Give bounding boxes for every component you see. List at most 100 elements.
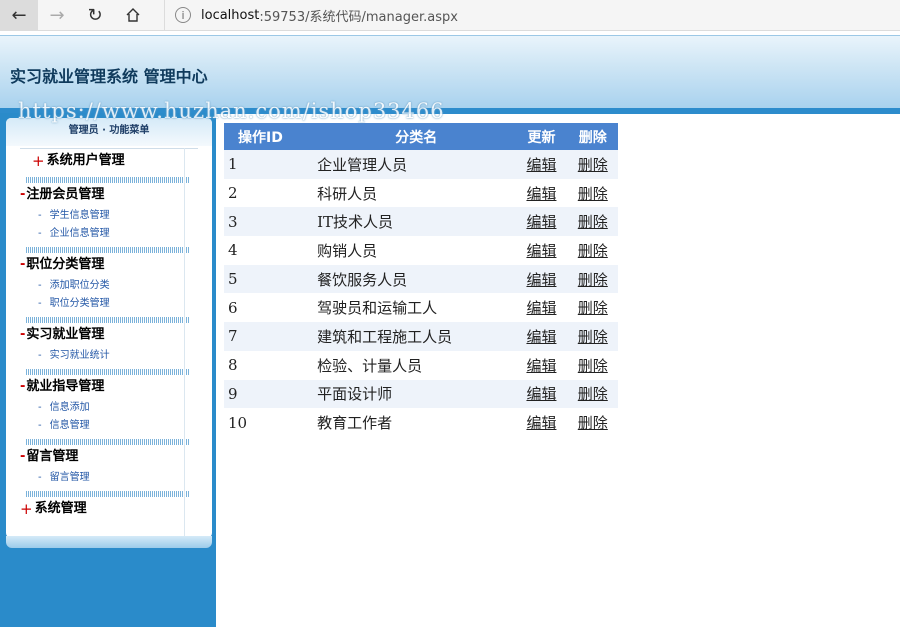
- delete-link[interactable]: 删除: [578, 328, 608, 346]
- table-row: 2 科研人员 编辑 删除: [224, 179, 618, 208]
- menu-header: 管理员 · 功能菜单: [6, 118, 212, 146]
- edit-link-cell: 编辑: [515, 264, 568, 294]
- cell-id-cell: 7: [224, 322, 318, 351]
- table-row: 8 检验、计量人员 编辑 删除: [224, 351, 618, 380]
- back-button[interactable]: ←: [0, 0, 38, 30]
- cell-id-cell: 9: [224, 379, 318, 409]
- edit-link[interactable]: 编辑: [526, 414, 556, 432]
- edit-link-cell: 编辑: [515, 236, 567, 265]
- cell-name: 检验、计量人员: [317, 356, 423, 375]
- edit-link-cell: 编辑: [515, 379, 568, 409]
- cell-id-cell: 8: [224, 351, 317, 380]
- menu-group-label: 留言管理: [26, 449, 79, 464]
- cell-id: 7: [228, 327, 238, 346]
- cell-id: 1: [228, 155, 238, 174]
- menu-sub-item-label: 学生信息管理: [49, 210, 110, 221]
- edit-link-cell: 编辑: [515, 408, 567, 437]
- edit-link[interactable]: 编辑: [526, 185, 556, 203]
- cell-name: 企业管理人员: [317, 155, 408, 174]
- delete-link[interactable]: 删除: [578, 385, 608, 403]
- delete-link-cell: 删除: [567, 207, 618, 237]
- menu-divider: [184, 148, 185, 538]
- cell-id-cell: 1: [224, 150, 318, 179]
- cell-name-cell: IT技术人员: [317, 207, 516, 237]
- cell-id-cell: 5: [224, 264, 318, 294]
- cell-id: 5: [228, 270, 238, 289]
- bullet-dash: -: [38, 350, 42, 361]
- delete-link-cell: 删除: [567, 264, 618, 294]
- delete-link-cell: 删除: [567, 150, 618, 179]
- delete-link[interactable]: 删除: [578, 242, 608, 260]
- delete-link[interactable]: 删除: [578, 271, 608, 289]
- menu-group-label: 系统管理: [34, 501, 87, 516]
- delete-link-cell: 删除: [568, 179, 618, 208]
- cell-id: 10: [228, 413, 248, 432]
- edit-link[interactable]: 编辑: [526, 328, 556, 346]
- page-header: 实习就业管理系统 管理中心: [0, 35, 900, 114]
- forward-button[interactable]: →: [38, 0, 76, 30]
- menu-sub-item-label: 企业信息管理: [49, 228, 110, 239]
- home-button[interactable]: [114, 0, 152, 30]
- cell-name-cell: 平面设计师: [317, 379, 516, 409]
- address-bar[interactable]: i localhost:59753/系统代码/manager.aspx: [164, 0, 458, 30]
- cell-name-cell: 建筑和工程施工人员: [317, 322, 516, 351]
- sidebar-menu: 管理员 · 功能菜单 + 系统用户管理 - 注册会员管理 - 学生信息管理 - 企业信息管理 -…: [6, 118, 212, 538]
- header-id: 操作ID: [224, 123, 318, 150]
- edit-link-cell: 编辑: [515, 351, 567, 380]
- refresh-button[interactable]: ↻: [76, 0, 114, 30]
- edit-link-cell: 编辑: [515, 293, 567, 322]
- delete-link[interactable]: 删除: [578, 185, 608, 203]
- menu-group-title[interactable]: + 系统用户管理: [20, 148, 198, 173]
- table-row: 5 餐饮服务人员 编辑 删除: [224, 264, 618, 294]
- cell-name-cell: 企业管理人员: [317, 150, 516, 179]
- cell-name: IT技术人员: [317, 213, 394, 232]
- menu-list: + 系统用户管理 - 注册会员管理 - 学生信息管理 - 企业信息管理 - 职位分类管理 - 添加职位…: [6, 148, 212, 538]
- collapse-icon: -: [20, 449, 26, 464]
- edit-link[interactable]: 编辑: [526, 242, 556, 260]
- cell-id-cell: 2: [224, 179, 317, 208]
- menu-sub-item-label: 实习就业统计: [49, 350, 110, 361]
- edit-link[interactable]: 编辑: [526, 299, 556, 317]
- cell-name-cell: 餐饮服务人员: [317, 264, 516, 294]
- table-row: 3 IT技术人员 编辑 删除: [224, 207, 618, 237]
- edit-link[interactable]: 编辑: [526, 213, 556, 231]
- cell-name: 驾驶员和运输工人: [317, 299, 438, 318]
- menu-sub-item-label: 留言管理: [49, 472, 90, 483]
- header-edit: 更新: [515, 123, 568, 150]
- table-row: 4 购销人员 编辑 删除: [224, 236, 618, 265]
- edit-link-cell: 编辑: [515, 207, 568, 237]
- expand-icon: +: [32, 152, 45, 170]
- cell-name: 教育工作者: [317, 414, 393, 433]
- cell-name-cell: 购销人员: [317, 236, 515, 265]
- delete-link[interactable]: 删除: [578, 299, 608, 317]
- table-row: 7 建筑和工程施工人员 编辑 删除: [224, 322, 618, 351]
- delete-link[interactable]: 删除: [578, 414, 608, 432]
- home-icon: [126, 8, 140, 22]
- cell-id: 4: [228, 241, 238, 260]
- cell-id-cell: 3: [224, 207, 318, 237]
- delete-link[interactable]: 删除: [578, 156, 608, 174]
- edit-link[interactable]: 编辑: [526, 156, 556, 174]
- cell-id-cell: 4: [224, 236, 317, 265]
- bullet-dash: -: [38, 402, 42, 413]
- menu-group-label: 系统用户管理: [46, 153, 125, 168]
- delete-link[interactable]: 删除: [578, 357, 608, 375]
- delete-link-cell: 删除: [567, 322, 618, 351]
- cell-name-cell: 教育工作者: [317, 408, 515, 437]
- delete-link[interactable]: 删除: [578, 213, 608, 231]
- collapse-icon: -: [20, 379, 26, 394]
- edit-link[interactable]: 编辑: [526, 385, 556, 403]
- info-icon[interactable]: i: [175, 7, 191, 23]
- menu-sub-item-label: 职位分类管理: [49, 298, 110, 309]
- table-row: 6 驾驶员和运输工人 编辑 删除: [224, 293, 618, 322]
- cell-id: 3: [228, 212, 238, 231]
- edit-link[interactable]: 编辑: [526, 357, 556, 375]
- url-path: :59753/系统代码/manager.aspx: [259, 9, 458, 25]
- bullet-dash: -: [38, 472, 42, 483]
- edit-link[interactable]: 编辑: [526, 271, 556, 289]
- edit-link-cell: 编辑: [515, 150, 568, 179]
- cell-name: 建筑和工程施工人员: [317, 327, 453, 346]
- category-table: 操作ID 分类名 更新 删除 1 企业管理人员 编辑 删除 2 科研人员 编辑 删除 3 IT技术…: [224, 123, 618, 437]
- bullet-dash: -: [38, 298, 42, 309]
- edit-link-cell: 编辑: [515, 322, 568, 351]
